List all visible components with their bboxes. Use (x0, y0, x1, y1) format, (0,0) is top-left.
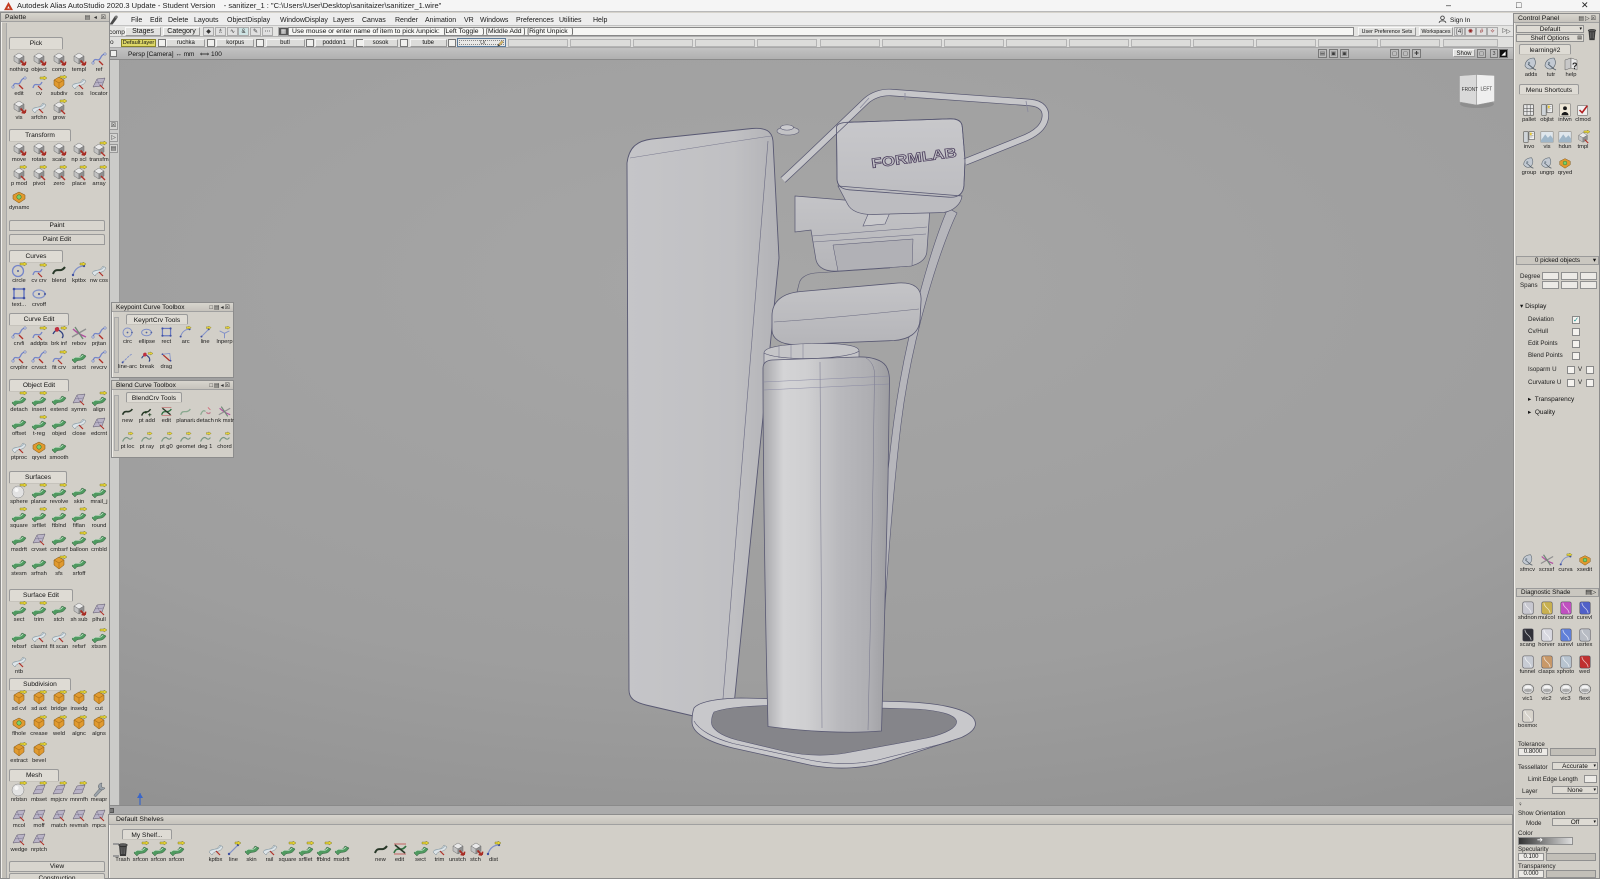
svg-text:FRONT: FRONT (1462, 87, 1478, 93)
svg-text:LEFT: LEFT (1481, 86, 1493, 92)
